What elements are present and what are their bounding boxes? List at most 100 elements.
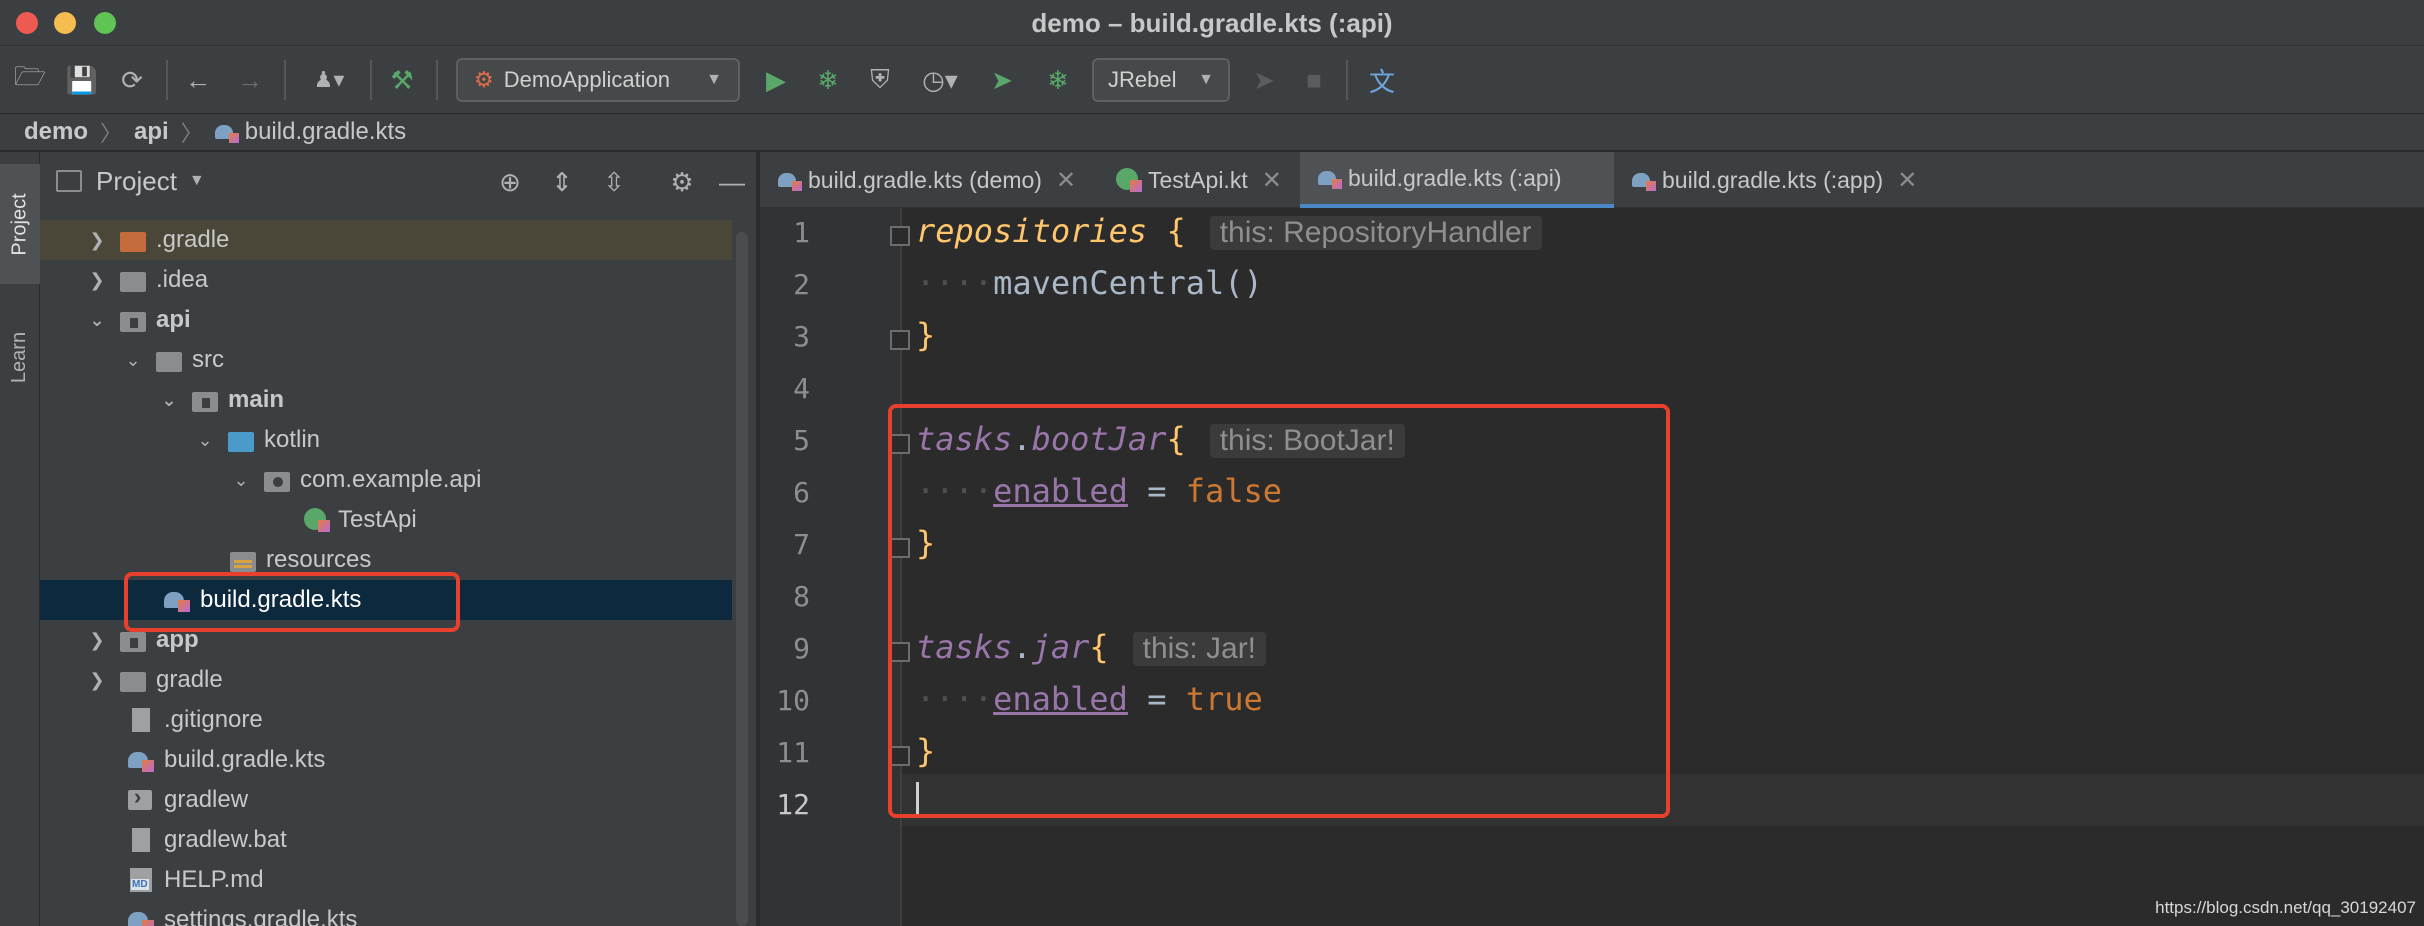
- line-number: 4: [793, 372, 810, 405]
- breadcrumb: demo 〉 api 〉 build.gradle.kts: [0, 114, 2424, 152]
- tree-item-help-md[interactable]: HELP.md: [40, 860, 732, 900]
- run-icon[interactable]: ▶: [758, 60, 794, 100]
- tree-item-settings-gradle[interactable]: settings.gradle.kts: [40, 900, 732, 926]
- breadcrumb-api[interactable]: api: [134, 118, 169, 146]
- gradle-kts-icon: [1632, 169, 1656, 191]
- expand-all-icon[interactable]: ⇕: [544, 164, 580, 200]
- tree-item-gradle[interactable]: ❯ gradle: [40, 660, 732, 700]
- line-number: 6: [793, 476, 810, 509]
- fold-marker-icon[interactable]: [890, 330, 910, 350]
- tree-item-gradlew-bat[interactable]: gradlew.bat: [40, 820, 732, 860]
- folder-icon: [156, 348, 184, 372]
- tree-item-label: .idea: [156, 266, 209, 293]
- chevron-right-icon[interactable]: ❯: [86, 230, 108, 251]
- chevron-down-icon[interactable]: ⌄: [194, 430, 216, 451]
- close-icon[interactable]: ✕: [1262, 166, 1282, 195]
- chevron-down-icon[interactable]: ⌄: [122, 350, 144, 371]
- line-number: 7: [793, 528, 810, 561]
- editor-tab-bar: build.gradle.kts (demo) ✕ TestApi.kt ✕ b…: [760, 152, 2424, 208]
- sync-icon[interactable]: ⟳: [114, 60, 150, 100]
- close-icon[interactable]: ✕: [1897, 166, 1917, 195]
- vcs-user-icon[interactable]: ♟▾: [300, 60, 358, 100]
- gradle-kts-icon: [128, 748, 156, 772]
- code-line-1: repositories {this: RepositoryHandler: [916, 212, 1542, 250]
- tool-tab-learn[interactable]: Learn: [0, 302, 40, 412]
- fold-marker-icon[interactable]: [890, 226, 910, 246]
- jrebel-select[interactable]: JRebel ▼: [1092, 58, 1230, 102]
- breadcrumb-demo[interactable]: demo: [24, 118, 88, 146]
- line-number: 8: [793, 580, 810, 613]
- tree-item-label: resources: [266, 546, 372, 573]
- inlay-hint: this: RepositoryHandler: [1209, 216, 1542, 250]
- tree-item-root-build-gradle[interactable]: build.gradle.kts: [40, 740, 732, 780]
- stop-icon[interactable]: ■: [1296, 60, 1332, 100]
- coverage-icon[interactable]: ⛨: [862, 60, 898, 100]
- run-configuration-select[interactable]: ⚙ DemoApplication ▼: [456, 58, 740, 102]
- tab-build-gradle-app[interactable]: build.gradle.kts (:app) ✕: [1614, 152, 1934, 208]
- gradle-kts-icon: [1318, 167, 1342, 189]
- chevron-down-icon[interactable]: ⌄: [230, 470, 252, 491]
- tree-item-label: HELP.md: [164, 866, 264, 893]
- tree-item-gitignore[interactable]: .gitignore: [40, 700, 732, 740]
- collapse-all-icon[interactable]: ⇳: [596, 164, 632, 200]
- chevron-down-icon[interactable]: ⌄: [86, 310, 108, 331]
- tree-item-api[interactable]: ⌄ api: [40, 300, 732, 340]
- code-token: {: [1166, 212, 1186, 250]
- tree-item-label: .gradle: [156, 226, 230, 253]
- breadcrumb-file[interactable]: build.gradle.kts: [245, 118, 406, 146]
- package-icon: [264, 468, 292, 492]
- tab-build-gradle-demo[interactable]: build.gradle.kts (demo) ✕: [760, 152, 1096, 208]
- tab-build-gradle-api[interactable]: build.gradle.kts (:api): [1300, 152, 1614, 208]
- forward-arrow-icon[interactable]: →: [232, 60, 268, 100]
- jrebel-debug-icon[interactable]: ❄: [1040, 60, 1076, 100]
- tree-item-idea[interactable]: ❯ .idea: [40, 260, 732, 300]
- save-icon[interactable]: 💾: [64, 60, 100, 100]
- tree-item-gradle-dir[interactable]: ❯ .gradle: [40, 220, 732, 260]
- profiler-icon[interactable]: ◷▾: [912, 60, 968, 100]
- jrebel-run-icon[interactable]: ➤: [984, 60, 1020, 100]
- debug-icon[interactable]: ❄: [810, 60, 846, 100]
- chevron-right-icon[interactable]: ❯: [86, 670, 108, 691]
- breadcrumb-separator-icon: 〉: [180, 121, 203, 146]
- back-arrow-icon[interactable]: ←: [180, 60, 216, 100]
- project-folder-icon: [56, 170, 82, 192]
- tab-label: build.gradle.kts (demo): [808, 166, 1042, 193]
- hide-panel-icon[interactable]: —: [714, 164, 750, 200]
- project-panel: Project ▼ ⊕ ⇕ ⇳ ⚙ — ❯ .gradle ❯ .idea ⌄ …: [40, 152, 758, 926]
- tree-item-kotlin[interactable]: ⌄ kotlin: [40, 420, 732, 460]
- tab-label: build.gradle.kts (:app): [1662, 166, 1884, 193]
- build-hammer-icon[interactable]: ⚒: [382, 60, 422, 100]
- breadcrumb-separator-icon: 〉: [100, 121, 123, 146]
- line-number: 2: [793, 268, 810, 301]
- open-folder-icon[interactable]: 🗁: [12, 60, 48, 100]
- project-view-selector[interactable]: Project ▼: [40, 152, 756, 210]
- tab-label: build.gradle.kts (:api): [1348, 164, 1562, 191]
- kotlin-class-icon: [1114, 168, 1142, 192]
- tree-item-label: kotlin: [264, 426, 321, 453]
- attach-icon[interactable]: ➤: [1246, 60, 1282, 100]
- tree-item-main[interactable]: ⌄ main: [40, 380, 732, 420]
- tool-tab-project[interactable]: Project: [0, 164, 40, 284]
- line-number: 3: [793, 320, 810, 353]
- project-scrollbar[interactable]: [736, 232, 748, 926]
- tab-testapi[interactable]: TestApi.kt ✕: [1096, 152, 1300, 208]
- line-number: 11: [776, 736, 810, 769]
- tree-item-label: main: [228, 386, 285, 413]
- run-configuration-label: DemoApplication: [503, 67, 671, 92]
- kotlin-class-icon: [302, 508, 330, 532]
- translate-icon[interactable]: 文: [1362, 60, 1402, 100]
- locate-file-icon[interactable]: ⊕: [492, 164, 528, 200]
- tree-item-package[interactable]: ⌄ com.example.api: [40, 460, 732, 500]
- tree-item-gradlew[interactable]: gradlew: [40, 780, 732, 820]
- gear-icon[interactable]: ⚙: [664, 164, 700, 200]
- annotation-highlight-box: [124, 572, 460, 632]
- chevron-right-icon[interactable]: ❯: [86, 270, 108, 291]
- file-icon: [128, 828, 156, 852]
- tree-item-label: gradle: [156, 666, 223, 693]
- chevron-down-icon[interactable]: ⌄: [158, 390, 180, 411]
- tree-item-testapi[interactable]: TestApi: [40, 500, 732, 540]
- chevron-right-icon[interactable]: ❯: [86, 630, 108, 651]
- resources-folder-icon: [230, 548, 258, 572]
- close-icon[interactable]: ✕: [1056, 166, 1076, 195]
- tree-item-src[interactable]: ⌄ src: [40, 340, 732, 380]
